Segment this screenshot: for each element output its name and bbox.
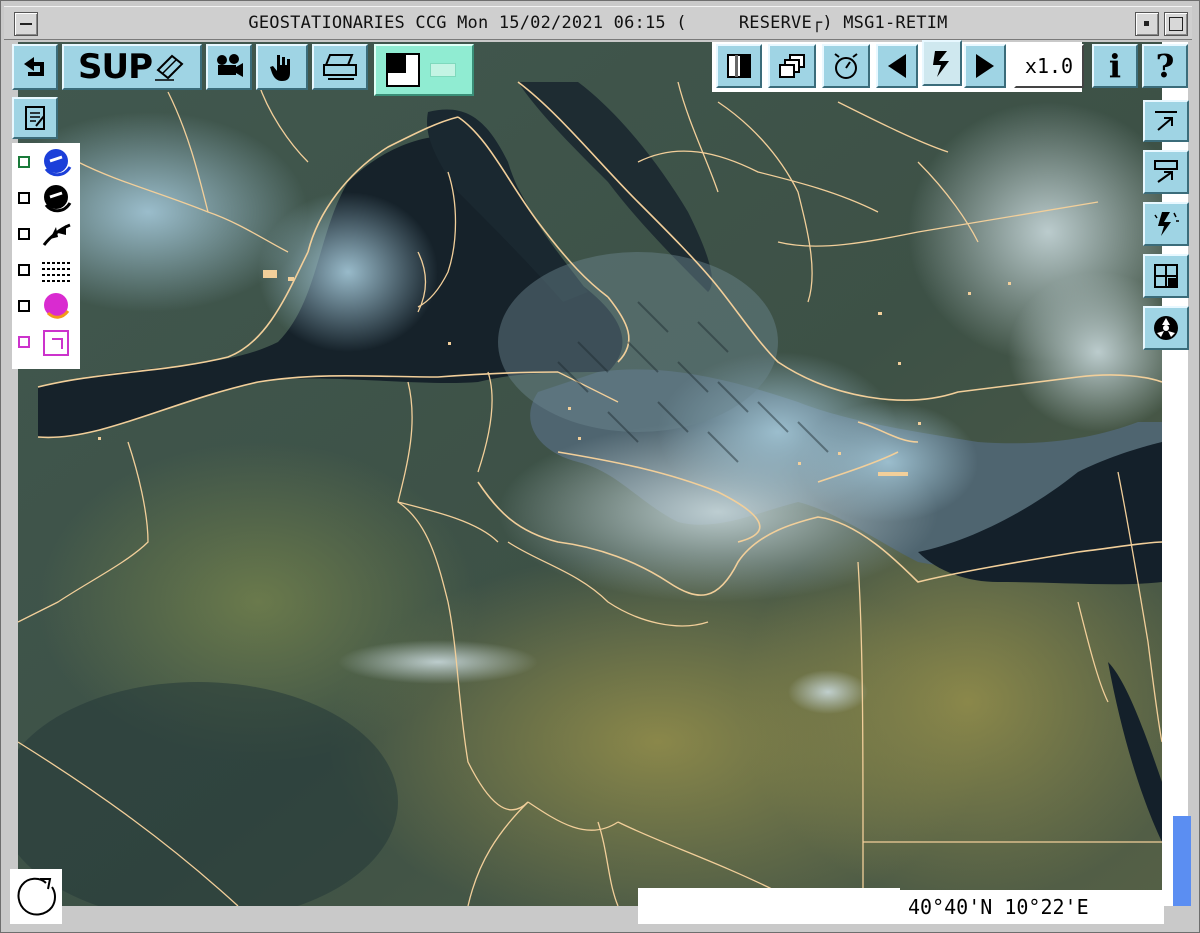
eraser-icon [155,54,184,81]
window-arrow-icon [1154,160,1178,183]
timer-button[interactable] [822,44,870,88]
status-field [638,888,900,924]
overlay-toggle-4[interactable] [16,255,76,289]
previous-frame-button[interactable] [876,44,918,88]
overlay-toggle-3[interactable] [16,219,76,253]
rotate-button[interactable] [10,869,62,924]
stacked-windows-icon [779,54,805,78]
contrast-ramp-icon [727,54,751,78]
overlay-checkbox[interactable] [18,336,30,348]
minimize-icon [1144,21,1149,26]
movie-camera-icon [217,54,243,77]
overlay-toggle-2[interactable] [16,183,76,217]
help-button[interactable]: ? [1142,44,1188,88]
print-button[interactable] [312,44,368,90]
overlay-checkbox[interactable] [18,156,30,168]
export-button[interactable] [1143,100,1189,142]
overlay-checkbox[interactable] [18,300,30,312]
notes-button[interactable] [12,97,58,139]
overlay-checkbox[interactable] [18,192,30,204]
triangle-left-icon [888,54,906,78]
triangle-right-icon [976,54,994,78]
front-symbol-icon [42,223,71,246]
maximize-icon [1169,17,1183,31]
layers-button[interactable] [768,44,816,88]
lightning-button[interactable] [1143,202,1189,246]
printer-icon [323,54,357,80]
info-button[interactable]: i [1092,44,1138,88]
help-icon: ? [1155,47,1175,85]
sup-label: SUP [77,47,153,87]
overlay-checkbox[interactable] [18,264,30,276]
overlay-checkbox[interactable] [18,228,30,240]
hatched-symbol-icon [42,262,70,282]
stopwatch-icon [834,53,858,79]
zoom-label: x1.0 [1024,54,1074,78]
window-title: GEOSTATIONARIES CCG Mon 15/02/2021 06:15… [248,13,948,33]
vertical-scrollbar-thumb[interactable] [1173,816,1191,906]
satellite-image[interactable] [18,42,1162,906]
satellite-map-svg [18,42,1162,906]
magenta-weather-symbol-icon [44,293,70,319]
back-button[interactable] [12,44,58,90]
grid-cursor-icon [1154,264,1178,288]
notepad-icon [25,106,45,130]
overlay-toggle-6[interactable] [16,327,76,361]
hand-button[interactable] [256,44,308,90]
grid-button[interactable] [1143,254,1189,298]
next-frame-button[interactable] [964,44,1006,88]
minimize-button[interactable] [1135,12,1159,36]
blue-weather-symbol-icon [44,149,72,177]
overlay-panel [12,143,80,369]
hand-pointer-icon [270,55,290,81]
radiation-icon [1154,316,1178,340]
return-arrow-icon [24,57,44,76]
window-arrow-button[interactable] [1143,150,1189,194]
radiation-button[interactable] [1143,306,1189,350]
export-arrow-icon [1155,111,1177,131]
info-icon: i [1108,47,1122,85]
grey-mode-icon[interactable] [430,63,456,77]
mode-selector[interactable] [374,44,474,96]
black-weather-symbol-icon [44,185,72,213]
cursor-coordinates: 40°40'N 10°22'E [900,890,1164,924]
magenta-frame-icon [43,330,69,356]
overlay-toggle-1[interactable] [16,147,76,181]
maximize-button[interactable] [1164,12,1188,36]
sup-button[interactable]: SUP [62,44,202,90]
rotate-arrow-icon [17,877,56,916]
movie-button[interactable] [206,44,252,90]
title-bar: GEOSTATIONARIES CCG Mon 15/02/2021 06:15… [4,6,1192,40]
contrast-button[interactable] [716,44,762,88]
lightning-step-icon [933,51,949,77]
lightning-sparkle-icon [1154,212,1179,236]
zoom-button[interactable]: x1.0 [1014,44,1084,88]
step-button[interactable] [922,40,962,86]
overlay-toggle-5[interactable] [16,291,76,325]
black-square-mode-icon[interactable] [386,53,420,87]
